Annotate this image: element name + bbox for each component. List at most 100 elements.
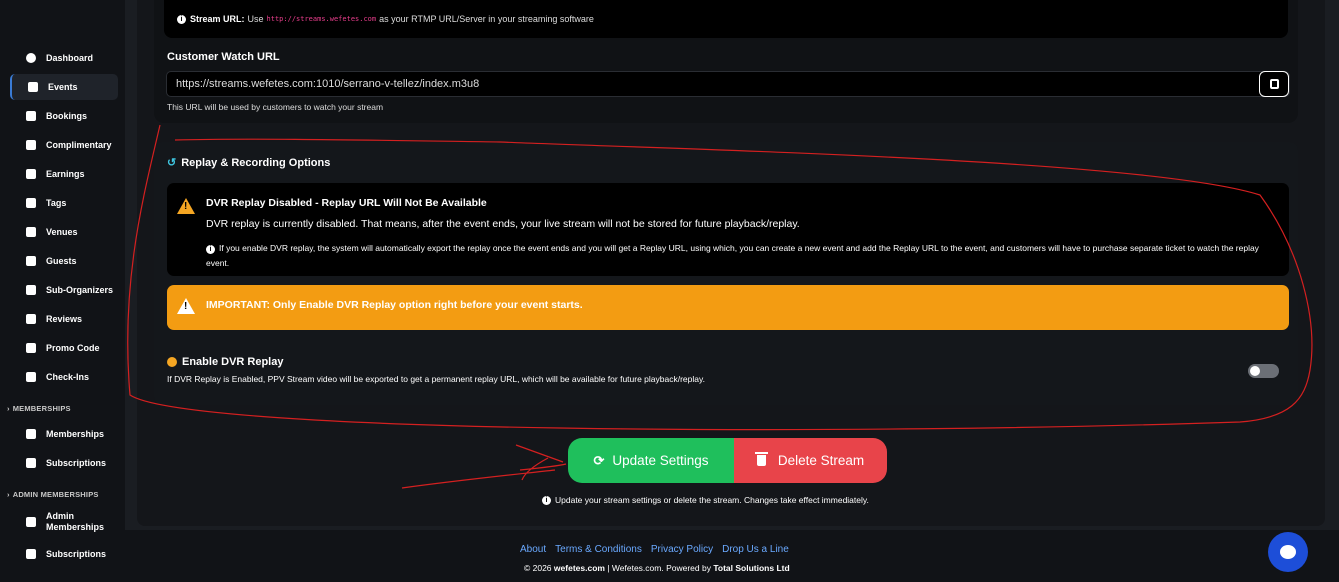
copyright-year: © 2026 — [524, 563, 552, 573]
dashboard-icon — [26, 53, 36, 63]
sidebar-item-check-ins[interactable]: Check-Ins — [0, 364, 125, 390]
calendar-icon — [28, 82, 38, 92]
sidebar-item-label: Guests — [46, 256, 77, 266]
footer-link-about[interactable]: About — [520, 544, 546, 555]
users-icon — [26, 285, 36, 295]
watch-url-field[interactable]: https://streams.wefetes.com:1010/serrano… — [166, 71, 1290, 97]
footer — [125, 530, 1339, 582]
sidebar-item-label: Check-Ins — [46, 372, 90, 382]
book-icon — [26, 429, 36, 439]
sidebar-item-sub-organizers[interactable]: Sub-Organizers — [0, 277, 125, 303]
sidebar-item-label: Subscriptions — [46, 458, 107, 468]
refresh-icon: ⟳ — [593, 452, 605, 468]
dvr-text: DVR replay is currently disabled. That m… — [206, 218, 800, 230]
sidebar-item-earnings[interactable]: Earnings — [0, 161, 125, 187]
watch-url-label: Customer Watch URL — [167, 51, 280, 63]
info-icon: i — [177, 14, 186, 24]
footer-link-terms[interactable]: Terms & Conditions — [555, 544, 642, 555]
sidebar-item-label: Sub-Organizers — [46, 285, 114, 295]
sidebar-section-admin: ADMIN MEMBERSHIPS — [0, 490, 125, 499]
watch-url-hint: This URL will be used by customers to wa… — [167, 102, 384, 112]
copy-icon — [1269, 79, 1279, 89]
book-icon — [26, 549, 36, 559]
tag-icon — [26, 343, 36, 353]
sidebar-item-label: Tags — [46, 198, 67, 208]
sidebar-item-label: Dashboard — [46, 53, 94, 63]
actions-hint: i Update your stream settings or delete t… — [542, 495, 869, 505]
book-icon — [26, 517, 36, 527]
copyright-company: Total Solutions Ltd — [713, 563, 790, 573]
warning-icon — [177, 198, 195, 214]
replay-title: ↺ Replay & Recording Options — [167, 156, 330, 169]
sidebar-item-promo-code[interactable]: Promo Code — [0, 335, 125, 361]
sidebar: Dashboard Events Bookings Complimentary … — [0, 0, 125, 582]
wallet-icon — [26, 169, 36, 179]
sidebar-item-label: Bookings — [46, 111, 88, 121]
stream-url-note: i Stream URL: Use http://streams.wefetes… — [164, 0, 1288, 38]
stream-url-post: as your RTMP URL/Server in your streamin… — [379, 14, 594, 24]
enable-dvr-label: Enable DVR Replay — [167, 356, 283, 368]
info-icon: i — [206, 245, 215, 254]
ticket-icon — [26, 111, 36, 121]
clock-icon — [167, 357, 177, 367]
sidebar-item-reviews[interactable]: Reviews — [0, 306, 125, 332]
delete-stream-button[interactable]: Delete Stream — [734, 438, 887, 483]
sidebar-item-events[interactable]: Events — [10, 74, 118, 100]
actions-hint-text: Update your stream settings or delete th… — [555, 495, 869, 505]
sidebar-item-label: Admin Memberships — [46, 511, 105, 532]
sidebar-item-label: Promo Code — [46, 343, 100, 353]
copyright-mid: | Wefetes.com. Powered by — [607, 563, 711, 573]
copy-button[interactable] — [1259, 71, 1289, 97]
history-icon: ↺ — [167, 157, 177, 169]
dvr-note-text: If you enable DVR replay, the system wil… — [206, 243, 1259, 268]
sidebar-item-label: Events — [48, 82, 78, 92]
guests-icon — [26, 256, 36, 266]
trash-icon — [754, 452, 768, 466]
dvr-note: i If you enable DVR replay, the system wi… — [206, 241, 1281, 271]
main-content: i Stream URL: Use http://streams.wefetes… — [125, 0, 1339, 582]
footer-copyright: © 2026 wefetes.com | Wefetes.com. Powere… — [524, 563, 790, 573]
tags-icon — [26, 198, 36, 208]
building-icon — [26, 372, 36, 382]
sidebar-item-tags[interactable]: Tags — [0, 190, 125, 216]
sidebar-item-venues[interactable]: Venues — [0, 219, 125, 245]
sidebar-item-label: Earnings — [46, 169, 85, 179]
chat-button[interactable] — [1268, 532, 1308, 572]
sidebar-item-guests[interactable]: Guests — [0, 248, 125, 274]
sidebar-item-bookings[interactable]: Bookings — [0, 103, 125, 129]
update-settings-label: Update Settings — [612, 453, 709, 468]
dvr-heading: DVR Replay Disabled - Replay URL Will No… — [206, 197, 487, 209]
book-icon — [26, 458, 36, 468]
app-root: Dashboard Events Bookings Complimentary … — [0, 0, 1339, 582]
chat-bubble-icon — [1280, 545, 1296, 559]
sidebar-item-admin-subscriptions[interactable]: Subscriptions — [0, 541, 125, 567]
stream-url-label: Stream URL: — [190, 14, 245, 24]
sidebar-item-label: Venues — [46, 227, 78, 237]
important-text: IMPORTANT: Only Enable DVR Replay option… — [206, 299, 583, 311]
sidebar-item-subscriptions[interactable]: Subscriptions — [0, 450, 125, 476]
sidebar-item-label: Subscriptions — [46, 549, 107, 559]
footer-link-privacy[interactable]: Privacy Policy — [651, 544, 713, 555]
delete-stream-label: Delete Stream — [777, 453, 865, 468]
stream-url-code[interactable]: http://streams.wefetes.com — [267, 15, 377, 23]
enable-dvr-label-text: Enable DVR Replay — [182, 356, 284, 368]
enable-dvr-hint: If DVR Replay is Enabled, PPV Stream vid… — [167, 374, 705, 384]
footer-links: About Terms & Conditions Privacy Policy … — [520, 544, 789, 555]
dvr-toggle[interactable] — [1248, 364, 1279, 378]
sidebar-item-admin-memberships[interactable]: Admin Memberships — [0, 506, 125, 538]
sidebar-item-dashboard[interactable]: Dashboard — [0, 45, 125, 71]
copyright-site: wefetes.com — [553, 563, 605, 573]
gift-icon — [26, 140, 36, 150]
venue-icon — [26, 227, 36, 237]
stream-url-pre: Use — [247, 14, 264, 24]
sidebar-item-label: Reviews — [46, 314, 83, 324]
sidebar-item-memberships[interactable]: Memberships — [0, 421, 125, 447]
star-icon — [26, 314, 36, 324]
update-settings-button[interactable]: ⟳ Update Settings — [568, 438, 734, 483]
warning-icon — [177, 298, 195, 314]
info-icon: i — [542, 495, 551, 505]
sidebar-item-label: Memberships — [46, 429, 105, 439]
replay-title-text: Replay & Recording Options — [181, 157, 331, 169]
sidebar-item-complimentary[interactable]: Complimentary — [0, 132, 125, 158]
footer-link-contact[interactable]: Drop Us a Line — [722, 544, 789, 555]
